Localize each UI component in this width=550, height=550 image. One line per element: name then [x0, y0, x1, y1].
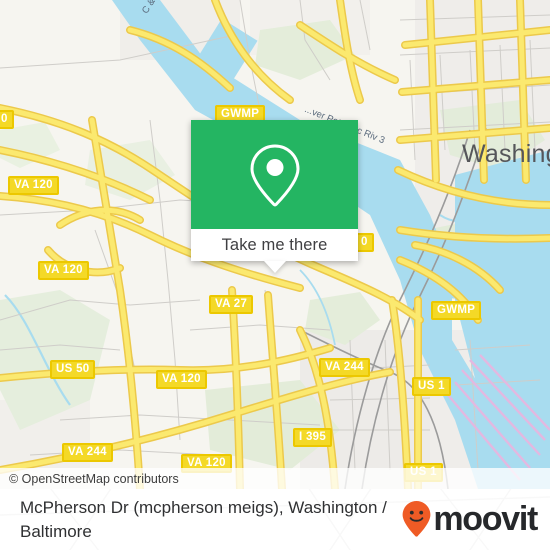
highway-shield[interactable]: I 395 [293, 428, 333, 447]
moovit-wordmark: moovit [433, 500, 538, 538]
moovit-brand[interactable]: moovit [401, 500, 538, 538]
highway-shield[interactable]: 0 [0, 110, 14, 129]
map-pin-icon [249, 143, 300, 206]
highway-shield[interactable]: VA 244 [62, 443, 113, 462]
screenshot-root: Washington C & O Canal ...ver Potomac Ri… [0, 0, 550, 550]
moovit-smiley-pin-icon [402, 501, 431, 537]
highway-shield[interactable]: VA 27 [209, 295, 254, 314]
highway-shield[interactable]: VA 120 [156, 370, 207, 389]
location-title: McPherson Dr (mcpherson meigs), Washingt… [20, 497, 387, 541]
highway-shield[interactable]: VA 120 [38, 261, 89, 280]
highway-shield[interactable]: VA 120 [8, 176, 59, 195]
card-pointer-tail [263, 261, 286, 273]
card-icon-area [191, 120, 358, 229]
highway-shield[interactable]: US 50 [50, 360, 96, 379]
take-me-there-button[interactable]: Take me there [191, 229, 358, 261]
osm-attribution-text[interactable]: © OpenStreetMap contributors [0, 472, 179, 486]
highway-shield[interactable]: US 1 [412, 377, 451, 396]
osm-attribution-bar: © OpenStreetMap contributors [0, 468, 550, 489]
highway-shield[interactable]: GWMP [431, 301, 482, 320]
highway-shield[interactable]: VA 244 [319, 358, 370, 377]
take-me-there-card[interactable]: Take me there [191, 120, 358, 273]
take-me-there-label: Take me there [221, 235, 328, 254]
footer-bar: McPherson Dr (mcpherson meigs), Washingt… [0, 489, 550, 550]
